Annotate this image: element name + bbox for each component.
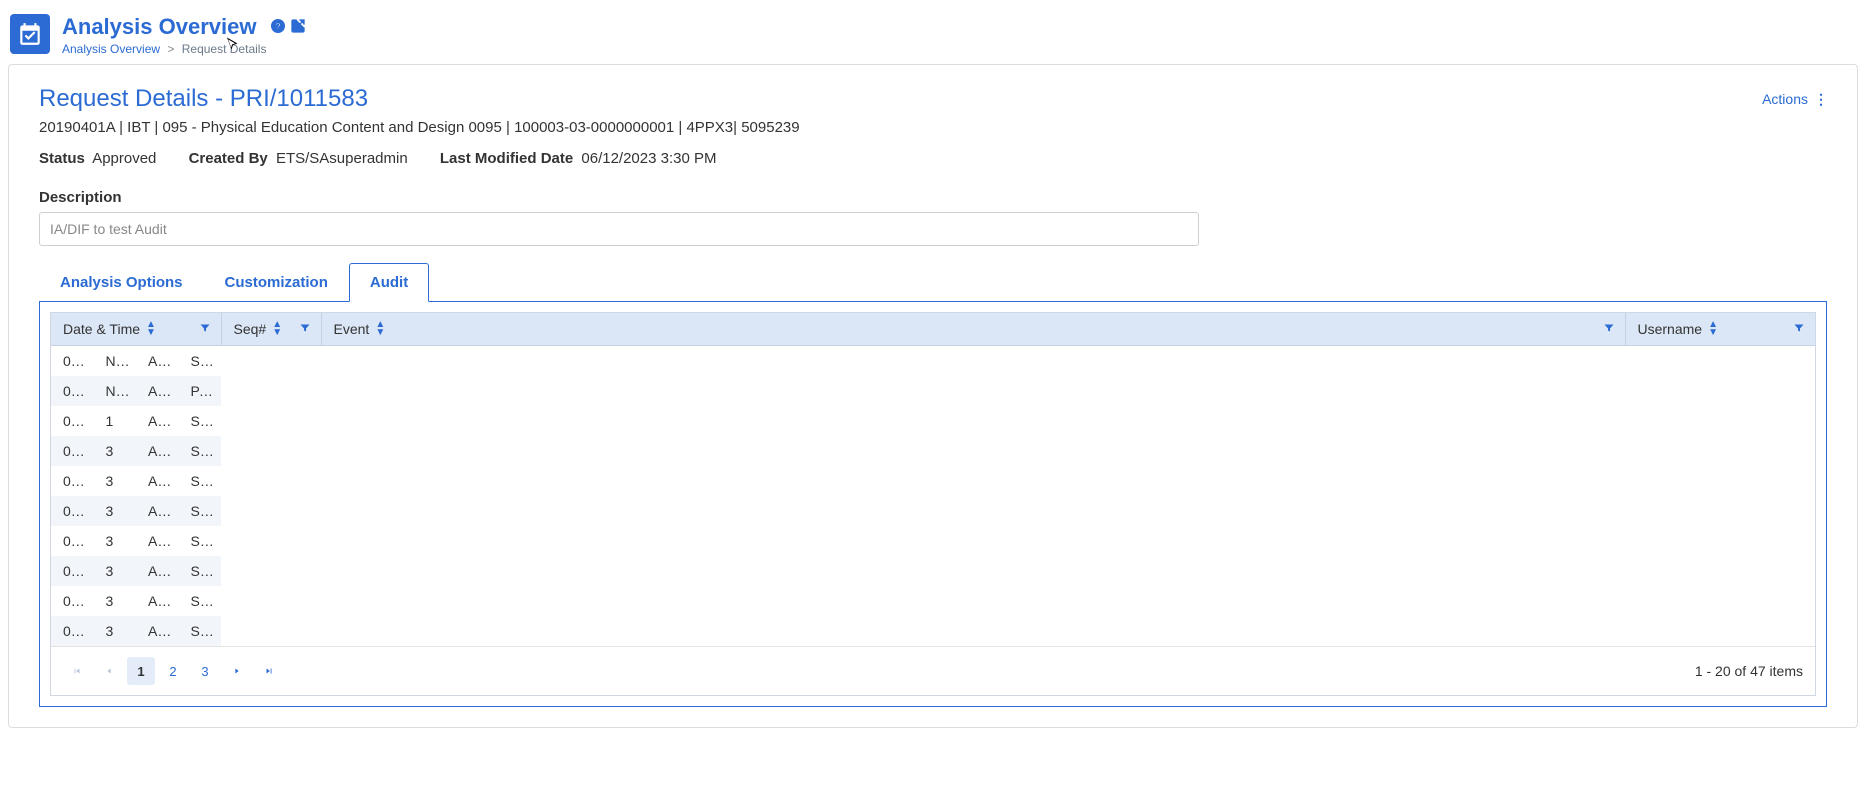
status-value: Approved (92, 150, 156, 167)
card-subheader: 20190401A | IBT | 095 - Physical Educati… (39, 119, 1827, 136)
tab-audit[interactable]: Audit (349, 263, 429, 302)
cell-user: SAsuperadmin (179, 586, 222, 616)
cell-user: SAsuperadmin (179, 526, 222, 556)
cell-event: Analysis Option 'Comparisons/determined … (136, 436, 179, 466)
breadcrumb-root[interactable]: Analysis Overview (62, 42, 160, 56)
last-modified-label: Last Modified Date (440, 150, 573, 167)
description-label: Description (39, 189, 1827, 206)
page-title: Analysis Overview (62, 14, 256, 40)
cell-date: 06/12/2023 3:00 PM (51, 586, 94, 616)
cell-event: Analysis Option 'Comparisons/Group Requi… (136, 466, 179, 496)
pager-prev[interactable] (95, 657, 123, 685)
pager-page-1[interactable]: 1 (127, 657, 155, 685)
app-icon (10, 14, 50, 54)
tab-analysis-options[interactable]: Analysis Options (39, 263, 204, 302)
cell-user: SAsuperadmin (179, 406, 222, 436)
pager-page-3[interactable]: 3 (191, 657, 219, 685)
table-row[interactable]: 06/12/2023 3:15 PMN/AAnalysis Request St… (51, 376, 221, 406)
cell-date: 06/12/2023 3:00 PM (51, 526, 94, 556)
pager-first[interactable] (63, 657, 91, 685)
sort-icon: ▲▼ (272, 321, 282, 337)
tab-customization[interactable]: Customization (204, 263, 349, 302)
cell-event: Analysis Option 'Comparisons/Group Requi… (136, 496, 179, 526)
filter-icon[interactable] (1603, 321, 1615, 337)
description-input[interactable] (39, 212, 1199, 246)
cell-seq: 3 (94, 436, 137, 466)
filter-icon[interactable] (199, 321, 211, 337)
cell-date: 06/12/2023 3:00 PM (51, 466, 94, 496)
table-row[interactable]: 06/12/2023 3:00 PM3Analysis Option 'Comp… (51, 466, 221, 496)
status-label: Status (39, 150, 85, 167)
col-header-user[interactable]: Username ▲▼ (1625, 313, 1815, 346)
card-title: Request Details - PRI/1011583 (39, 85, 368, 113)
cell-seq: 3 (94, 526, 137, 556)
cell-event: Analysis Request Status updated to Run C… (136, 376, 179, 406)
sort-icon: ▲▼ (146, 321, 156, 337)
kebab-icon: ⋮ (1814, 91, 1827, 108)
cell-seq: 3 (94, 616, 137, 646)
cell-user: SAsuperadmin (179, 346, 222, 376)
table-row[interactable]: 06/12/2023 3:00 PM3Analysis Option 'Dif … (51, 556, 221, 586)
cell-seq: 3 (94, 586, 137, 616)
table-row[interactable]: 06/12/2023 3:00 PM3Analysis Option 'Dif … (51, 586, 221, 616)
pager-info: 1 - 20 of 47 items (1695, 663, 1803, 679)
cell-event: Analysis Option 'Dif Processing Options/… (136, 556, 179, 586)
cell-date: 06/12/2023 3:15 PM (51, 376, 94, 406)
col-header-seq[interactable]: Seq# ▲▼ (221, 313, 321, 346)
filter-icon[interactable] (299, 321, 311, 337)
table-row[interactable]: 06/12/2023 3:00 PM3Analysis Option 'Comp… (51, 496, 221, 526)
cell-event: Analysis Request Status updated to Appro… (136, 346, 179, 376)
created-by-value: ETS/SAsuperadmin (276, 150, 408, 167)
table-row[interactable]: 06/12/2023 3:04 PM1Analysis Option 'Corr… (51, 406, 221, 436)
cell-date: 06/12/2023 3:30 PM (51, 346, 94, 376)
pager-page-2[interactable]: 2 (159, 657, 187, 685)
cell-seq: 3 (94, 496, 137, 526)
cell-user: SAsuperadmin (179, 616, 222, 646)
cell-seq: N/A (94, 376, 137, 406)
cell-user: SAsuperadmin (179, 466, 222, 496)
pager-next[interactable] (223, 657, 251, 685)
cell-user: SAsuperadmin (179, 556, 222, 586)
table-row[interactable]: 06/12/2023 3:00 PM3Analysis Option 'Comp… (51, 436, 221, 466)
cell-date: 06/12/2023 3:00 PM (51, 496, 94, 526)
pager-last[interactable] (255, 657, 283, 685)
col-header-date[interactable]: Date & Time ▲▼ (51, 313, 221, 346)
cell-event: Analysis Option 'Dif Processing Options/… (136, 616, 179, 646)
cell-date: 06/12/2023 3:00 PM (51, 436, 94, 466)
sort-icon: ▲▼ (375, 321, 385, 337)
col-header-event[interactable]: Event ▲▼ (321, 313, 1625, 346)
breadcrumb-current: Request Details (182, 42, 267, 56)
cell-date: 06/12/2023 3:00 PM (51, 616, 94, 646)
breadcrumb: Analysis Overview > Request Details (62, 42, 306, 56)
cell-user: SAsuperadmin (179, 496, 222, 526)
actions-menu[interactable]: Actions ⋮ (1762, 91, 1827, 108)
help-icon[interactable]: ? (270, 18, 286, 37)
svg-text:?: ? (276, 21, 282, 31)
cell-seq: 3 (94, 466, 137, 496)
sort-icon: ▲▼ (1708, 321, 1718, 337)
cell-event: Analysis Option 'Dif Processing Options/… (136, 526, 179, 556)
cell-date: 06/12/2023 3:00 PM (51, 556, 94, 586)
cell-seq: 1 (94, 406, 137, 436)
cell-event: Analysis Option 'Dif Processing Options/… (136, 586, 179, 616)
last-modified-value: 06/12/2023 3:30 PM (581, 150, 716, 167)
actions-label: Actions (1762, 91, 1808, 107)
cell-seq: N/A (94, 346, 137, 376)
table-row[interactable]: 06/12/2023 3:00 PM3Analysis Option 'Dif … (51, 526, 221, 556)
cell-user: PARCORE_SYSTEM_USER (179, 376, 222, 406)
filter-icon[interactable] (1793, 321, 1805, 337)
cell-date: 06/12/2023 3:04 PM (51, 406, 94, 436)
table-row[interactable]: 06/12/2023 3:30 PMN/AAnalysis Request St… (51, 346, 221, 376)
cell-seq: 3 (94, 556, 137, 586)
popout-icon[interactable] (290, 18, 306, 37)
cell-user: SAsuperadmin (179, 436, 222, 466)
created-by-label: Created By (189, 150, 268, 167)
table-row[interactable]: 06/12/2023 3:00 PM3Analysis Option 'Dif … (51, 616, 221, 646)
cell-event: Analysis Option 'Correlations & Reliabil… (136, 406, 179, 436)
